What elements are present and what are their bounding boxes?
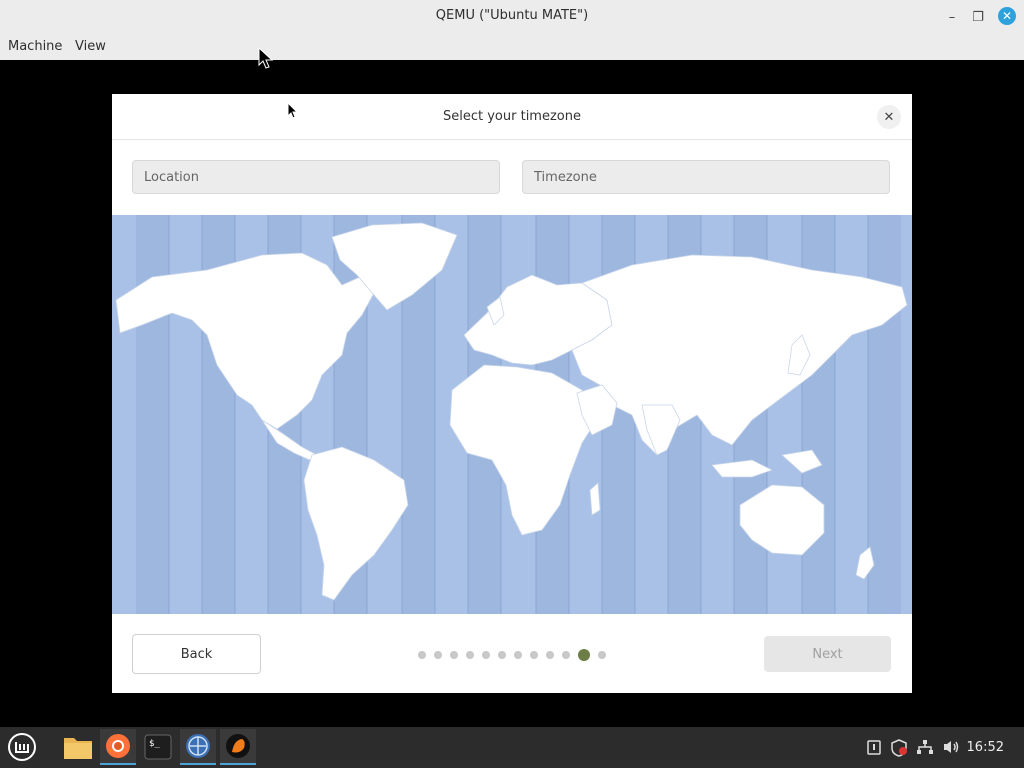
web-icon[interactable] [180,729,216,765]
clock[interactable]: 16:52 [967,740,1004,755]
progress-dot [562,651,570,659]
timezone-dialog: Select your timezone ✕ Location Timezone [112,94,912,693]
terminal-icon[interactable]: $_ [140,729,176,765]
progress-dot [466,651,474,659]
dialog-title: Select your timezone [443,109,581,124]
qemu-icon[interactable] [220,729,256,765]
next-button[interactable]: Next [764,636,891,672]
mouse-cursor-icon [258,47,274,69]
svg-text:$_: $_ [149,739,160,749]
progress-dot [418,651,426,659]
back-button[interactable]: Back [132,634,261,674]
menu-icon[interactable] [4,729,40,765]
progress-dot [498,651,506,659]
close-window-button[interactable]: ✕ [998,7,1016,25]
files-icon[interactable] [60,729,96,765]
host-title-bar: QEMU ("Ubuntu MATE") – ❐ ✕ [0,0,1024,34]
close-icon[interactable]: ✕ [877,105,901,129]
window-title: QEMU ("Ubuntu MATE") [435,8,589,23]
timezone-map[interactable] [112,215,912,614]
progress-dot [450,651,458,659]
timezone-field[interactable]: Timezone [522,160,890,194]
menu-machine[interactable]: Machine [8,39,62,54]
progress-dot [530,651,538,659]
progress-dot-current [578,649,590,661]
maximize-button[interactable]: ❐ [968,7,988,27]
clipboard-icon[interactable] [866,739,882,759]
guest-cursor-icon [287,102,299,119]
progress-dot [546,651,554,659]
progress-dots [418,649,614,661]
progress-dot [482,651,490,659]
taskbar: $_ 16:52 [0,727,1024,768]
dialog-header: Select your timezone ✕ [112,94,912,140]
menu-bar: Machine View [0,34,1024,61]
progress-dot [598,651,606,659]
shield-icon[interactable] [890,739,908,761]
minimize-button[interactable]: – [942,7,962,27]
menu-view[interactable]: View [75,39,106,54]
location-field[interactable]: Location [132,160,500,194]
firefox-icon[interactable] [100,729,136,765]
progress-dot [434,651,442,659]
network-icon[interactable] [916,739,934,759]
progress-dot [514,651,522,659]
volume-icon[interactable] [942,739,960,759]
world-map-icon [115,215,908,614]
